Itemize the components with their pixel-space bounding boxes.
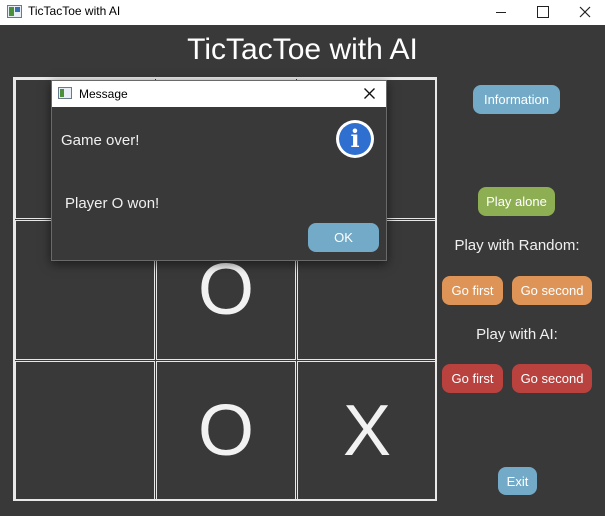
page-title: TicTacToe with AI [187,33,418,66]
dialog-title: Message [79,87,128,101]
information-icon-glyph: i [339,123,371,155]
dialog-close-button[interactable] [360,85,380,103]
close-icon [364,88,375,99]
information-icon: i [336,120,374,158]
board-cell-9[interactable]: X [297,361,437,501]
window-title: TicTacToe with AI [28,4,121,18]
minimize-button[interactable] [479,0,525,25]
ai-heading: Play with AI: [476,326,558,343]
window-titlebar: TicTacToe with AI [0,0,605,25]
exit-button[interactable]: Exit [498,467,537,495]
dialog-titlebar: Message [52,81,386,107]
random-go-first-button[interactable]: Go first [442,276,503,305]
ok-button[interactable]: OK [308,223,379,252]
close-icon [579,6,591,18]
board-cell-7[interactable] [15,361,155,501]
ai-go-first-button[interactable]: Go first [442,364,503,393]
ai-go-second-button[interactable]: Go second [512,364,592,393]
play-alone-button[interactable]: Play alone [478,187,555,216]
message-dialog: Message Game over! i Player O won! OK [51,80,387,261]
dialog-message-line2: Player O won! [65,195,160,212]
maximize-button[interactable] [520,0,566,25]
dialog-app-icon [58,87,72,99]
window-app-icon [7,5,22,18]
random-heading: Play with Random: [454,237,580,254]
board-cell-8[interactable]: O [156,361,296,501]
random-go-second-button[interactable]: Go second [512,276,592,305]
information-button[interactable]: Information [473,85,560,114]
close-window-button[interactable] [562,0,605,25]
dialog-message-line1: Game over! [61,132,140,149]
